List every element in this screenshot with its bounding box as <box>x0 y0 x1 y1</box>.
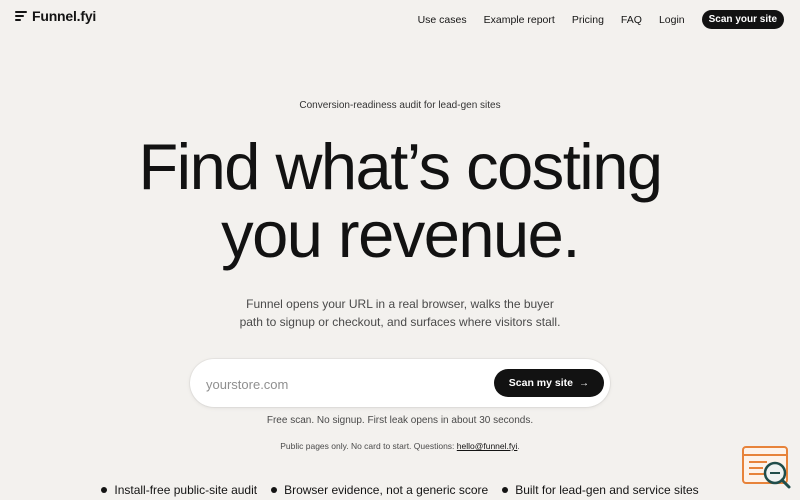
subhead-line-2: path to signup or checkout, and surfaces… <box>239 315 561 329</box>
chat-search-widget[interactable] <box>741 445 793 491</box>
subhead-line-1: Funnel opens your URL in a real browser,… <box>246 297 554 311</box>
chat-search-icon <box>742 446 791 489</box>
nav-link-pricing[interactable]: Pricing <box>572 14 604 26</box>
scan-form: Scan my site → <box>190 359 610 407</box>
scan-button-label: Scan my site <box>508 377 573 389</box>
feature-item: Browser evidence, not a generic score <box>271 483 488 497</box>
logo[interactable]: Funnel.fyi <box>15 8 96 24</box>
nav-link-example-report[interactable]: Example report <box>484 14 555 26</box>
headline-line-1: Find what’s costing <box>138 130 663 203</box>
contact-note: Public pages only. No card to start. Que… <box>0 441 800 451</box>
logo-text: Funnel.fyi <box>32 8 97 24</box>
headline-line-2: you revenue. <box>221 198 580 271</box>
nav-links: Use cases Example report Pricing FAQ Log… <box>418 10 784 29</box>
hero-headline: Find what’s costing you revenue. <box>0 133 800 269</box>
page: Funnel.fyi Use cases Example report Pric… <box>0 0 800 500</box>
scan-your-site-button[interactable]: Scan your site <box>701 10 784 29</box>
feature-item: Built for lead-gen and service sites <box>502 483 699 497</box>
arrow-right-icon: → <box>579 377 589 389</box>
bullet-dot-icon <box>271 487 278 493</box>
scan-note: Free scan. No signup. First leak opens i… <box>266 415 534 426</box>
menu-lines-icon <box>15 11 27 21</box>
nav-link-faq[interactable]: FAQ <box>621 14 642 26</box>
url-input[interactable] <box>204 373 488 395</box>
top-nav: Funnel.fyi Use cases Example report Pric… <box>0 0 800 40</box>
nav-link-login[interactable]: Login <box>659 14 685 26</box>
bullet-dot-icon <box>502 487 509 493</box>
contact-email-link[interactable]: hello@funnel.fyi <box>457 441 518 451</box>
feature-label: Built for lead-gen and service sites <box>515 483 699 497</box>
hero-eyebrow: Conversion-readiness audit for lead-gen … <box>299 100 501 111</box>
scan-my-site-button[interactable]: Scan my site → <box>493 369 604 397</box>
contact-note-prefix: Public pages only. No card to start. Que… <box>280 441 457 451</box>
feature-label: Install-free public-site audit <box>114 483 258 497</box>
feature-list: Install-free public-site audit Browser e… <box>0 483 800 497</box>
feature-item: Install-free public-site audit <box>101 483 257 497</box>
hero-subhead: Funnel opens your URL in a real browser,… <box>200 295 600 331</box>
feature-label: Browser evidence, not a generic score <box>284 483 489 497</box>
nav-link-use-cases[interactable]: Use cases <box>418 14 467 26</box>
contact-note-suffix: . <box>517 441 520 451</box>
bullet-dot-icon <box>101 487 108 493</box>
